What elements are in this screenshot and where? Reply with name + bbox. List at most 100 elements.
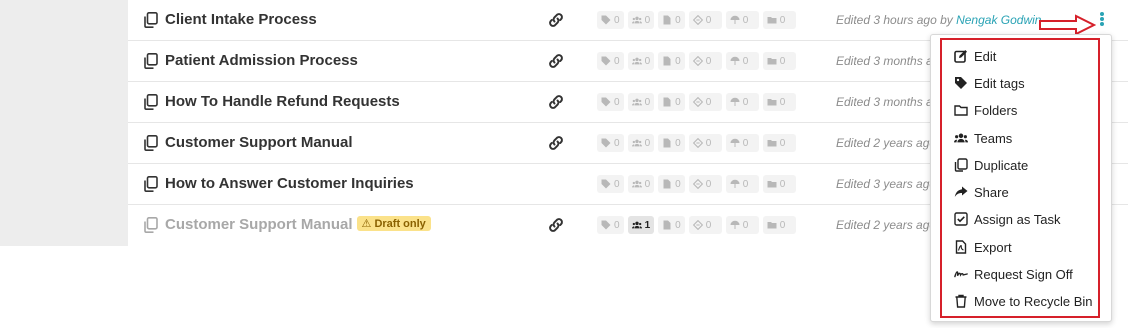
stat-badge-users: 0	[627, 93, 655, 111]
stat-count: 0	[779, 137, 786, 149]
stat-badge-users: 0	[627, 134, 655, 152]
file-icon	[663, 138, 671, 148]
link-icon[interactable]	[547, 134, 565, 152]
folder-icon	[767, 140, 777, 147]
stat-badge-tag: 0	[597, 175, 624, 193]
stat-badge-umbrella: 0	[725, 175, 759, 193]
stat-count: 0	[675, 137, 681, 149]
stat-badge-folder: 0	[762, 175, 796, 193]
menu-item-assign-as-task[interactable]: Assign as Task	[954, 208, 1104, 230]
stat-count: 0	[705, 55, 712, 67]
folder-icon	[767, 181, 777, 188]
document-copy-icon	[144, 135, 158, 151]
stats-badges: 0 0 0 0 0 0	[597, 93, 796, 111]
stat-count: 0	[644, 137, 651, 149]
signature-icon	[954, 271, 968, 278]
more-options-icon[interactable]	[1097, 11, 1107, 29]
draft-badge: ⚠ Draft only	[356, 216, 431, 231]
umbrella-icon	[730, 15, 740, 24]
share-icon	[954, 186, 968, 197]
stat-badge-users: 0	[627, 11, 655, 29]
folder-icon	[767, 222, 777, 229]
menu-item-export[interactable]: Export	[954, 236, 1104, 258]
annotation-arrow-icon	[1039, 14, 1096, 36]
export-icon	[955, 240, 967, 254]
link-icon[interactable]	[547, 93, 565, 111]
menu-item-move-to-recycle-bin[interactable]: Move to Recycle Bin	[954, 290, 1104, 312]
process-title[interactable]: How To Handle Refund Requests	[165, 93, 400, 110]
stat-count: 0	[779, 96, 786, 108]
stat-badge-tag: 0	[597, 216, 624, 234]
stat-count: 0	[675, 219, 681, 231]
file-icon	[663, 97, 671, 107]
stat-badge-file: 0	[658, 52, 685, 70]
stat-count: 0	[742, 219, 749, 231]
umbrella-icon	[730, 138, 740, 147]
stat-count: 0	[779, 55, 786, 67]
checkbox-icon	[954, 212, 968, 226]
menu-item-request-sign-off[interactable]: Request Sign Off	[954, 263, 1104, 285]
file-icon	[663, 56, 671, 66]
diamond-icon	[692, 138, 703, 148]
diamond-icon	[692, 97, 703, 107]
diamond-icon	[692, 15, 703, 25]
stat-badge-diamond: 0	[688, 52, 722, 70]
stat-count: 0	[644, 96, 651, 108]
stat-badge-umbrella: 0	[725, 52, 759, 70]
link-icon[interactable]	[547, 52, 565, 70]
menu-item-folders[interactable]: Folders	[954, 99, 1104, 121]
menu-item-teams[interactable]: Teams	[954, 127, 1104, 149]
stat-badge-file: 0	[658, 134, 685, 152]
menu-item-duplicate[interactable]: Duplicate	[954, 154, 1104, 176]
stat-badge-tag: 0	[597, 52, 624, 70]
stat-badge-umbrella: 0	[725, 93, 759, 111]
process-title[interactable]: Customer Support Manual ⚠ Draft only	[165, 216, 431, 233]
stat-badge-folder: 0	[762, 93, 796, 111]
menu-item-share[interactable]: Share	[954, 181, 1104, 203]
author-link[interactable]: Nengak Godwin	[956, 13, 1041, 27]
stats-badges: 0 0 0 0 0 0	[597, 52, 796, 70]
stat-count: 0	[644, 55, 651, 67]
stat-count: 0	[614, 137, 620, 149]
umbrella-icon	[730, 97, 740, 106]
stat-badge-umbrella: 0	[725, 11, 759, 29]
users-icon	[631, 16, 642, 24]
folder-icon	[767, 99, 777, 106]
menu-item-edit-tags[interactable]: Edit tags	[954, 72, 1104, 94]
stat-badge-folder: 0	[762, 11, 796, 29]
tag-icon	[601, 97, 611, 107]
link-icon[interactable]	[547, 216, 565, 234]
document-copy-icon	[144, 217, 158, 233]
stat-count: 0	[675, 55, 681, 67]
menu-item-edit[interactable]: Edit	[954, 45, 1104, 67]
process-title[interactable]: Customer Support Manual	[165, 134, 353, 151]
diamond-icon	[692, 56, 703, 66]
umbrella-icon	[730, 56, 740, 65]
stats-badges: 0 1 0 0 0 0	[597, 216, 796, 234]
process-title[interactable]: How to Answer Customer Inquiries	[165, 175, 414, 192]
stat-badge-file: 0	[658, 175, 685, 193]
left-gutter	[0, 0, 128, 246]
stat-count: 0	[779, 14, 786, 26]
warning-icon: ⚠	[361, 218, 372, 230]
link-icon[interactable]	[547, 11, 565, 29]
document-copy-icon	[144, 53, 158, 69]
tag-icon	[601, 15, 611, 25]
folder-icon	[954, 105, 968, 116]
edited-info: Edited 3 months ag	[836, 95, 940, 109]
process-title[interactable]: Client Intake Process	[165, 11, 317, 28]
process-title[interactable]: Patient Admission Process	[165, 52, 358, 69]
stat-badge-diamond: 0	[688, 93, 722, 111]
tag-icon	[601, 220, 611, 230]
stat-count: 0	[742, 96, 749, 108]
file-icon	[663, 179, 671, 189]
folder-icon	[767, 17, 777, 24]
stat-badge-diamond: 0	[688, 175, 722, 193]
tag-icon	[601, 56, 611, 66]
stat-badge-diamond: 0	[688, 11, 722, 29]
stat-badge-tag: 0	[597, 134, 624, 152]
duplicate-icon	[954, 158, 968, 172]
users-icon	[631, 139, 642, 147]
stat-count: 0	[705, 137, 712, 149]
stat-count: 0	[705, 219, 712, 231]
